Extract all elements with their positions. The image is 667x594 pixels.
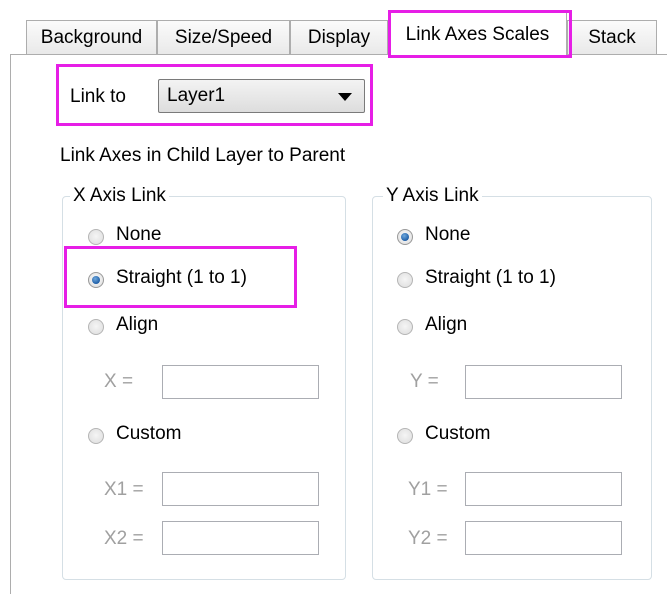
chevron-down-icon [338, 93, 352, 101]
y-align-field-label: Y = [410, 371, 439, 392]
tab-link-axes-scales[interactable]: Link Axes Scales [388, 12, 567, 56]
tab-size-speed[interactable]: Size/Speed [157, 20, 290, 54]
tab-background[interactable]: Background [26, 20, 157, 54]
y-axis-group-title: Y Axis Link [383, 185, 482, 207]
x-straight-radio[interactable] [88, 272, 104, 288]
y1-field-label: Y1 = [408, 479, 448, 500]
x-none-label: None [116, 224, 162, 245]
y-align-input[interactable] [465, 365, 622, 399]
x-align-radio[interactable] [88, 319, 104, 335]
x2-field-label: X2 = [104, 528, 144, 549]
x-none-radio[interactable] [88, 229, 104, 245]
link-to-value: Layer1 [167, 85, 226, 106]
link-to-dropdown[interactable]: Layer1 [158, 79, 365, 113]
y-none-radio[interactable] [397, 229, 413, 245]
section-label: Link Axes in Child Layer to Parent [60, 145, 346, 166]
x-custom-label: Custom [116, 423, 182, 444]
y-align-label: Align [425, 314, 468, 335]
x1-field-label: X1 = [104, 479, 144, 500]
tab-stack[interactable]: Stack [567, 20, 657, 54]
x-custom-radio[interactable] [88, 428, 104, 444]
y-custom-radio[interactable] [397, 428, 413, 444]
x-axis-group-title: X Axis Link [70, 185, 169, 207]
y-align-radio[interactable] [397, 319, 413, 335]
y2-field-label: Y2 = [408, 528, 448, 549]
x-align-label: Align [116, 314, 159, 335]
y2-input[interactable] [465, 521, 622, 555]
x1-input[interactable] [162, 472, 319, 506]
link-to-label: Link to [70, 86, 126, 107]
x-align-field-label: X = [104, 371, 134, 392]
x-align-input[interactable] [162, 365, 319, 399]
x-straight-label: Straight (1 to 1) [116, 267, 247, 288]
tab-display[interactable]: Display [290, 20, 388, 54]
y1-input[interactable] [465, 472, 622, 506]
y-none-label: None [425, 224, 471, 245]
y-straight-radio[interactable] [397, 272, 413, 288]
y-custom-label: Custom [425, 423, 491, 444]
y-straight-label: Straight (1 to 1) [425, 267, 556, 288]
x2-input[interactable] [162, 521, 319, 555]
